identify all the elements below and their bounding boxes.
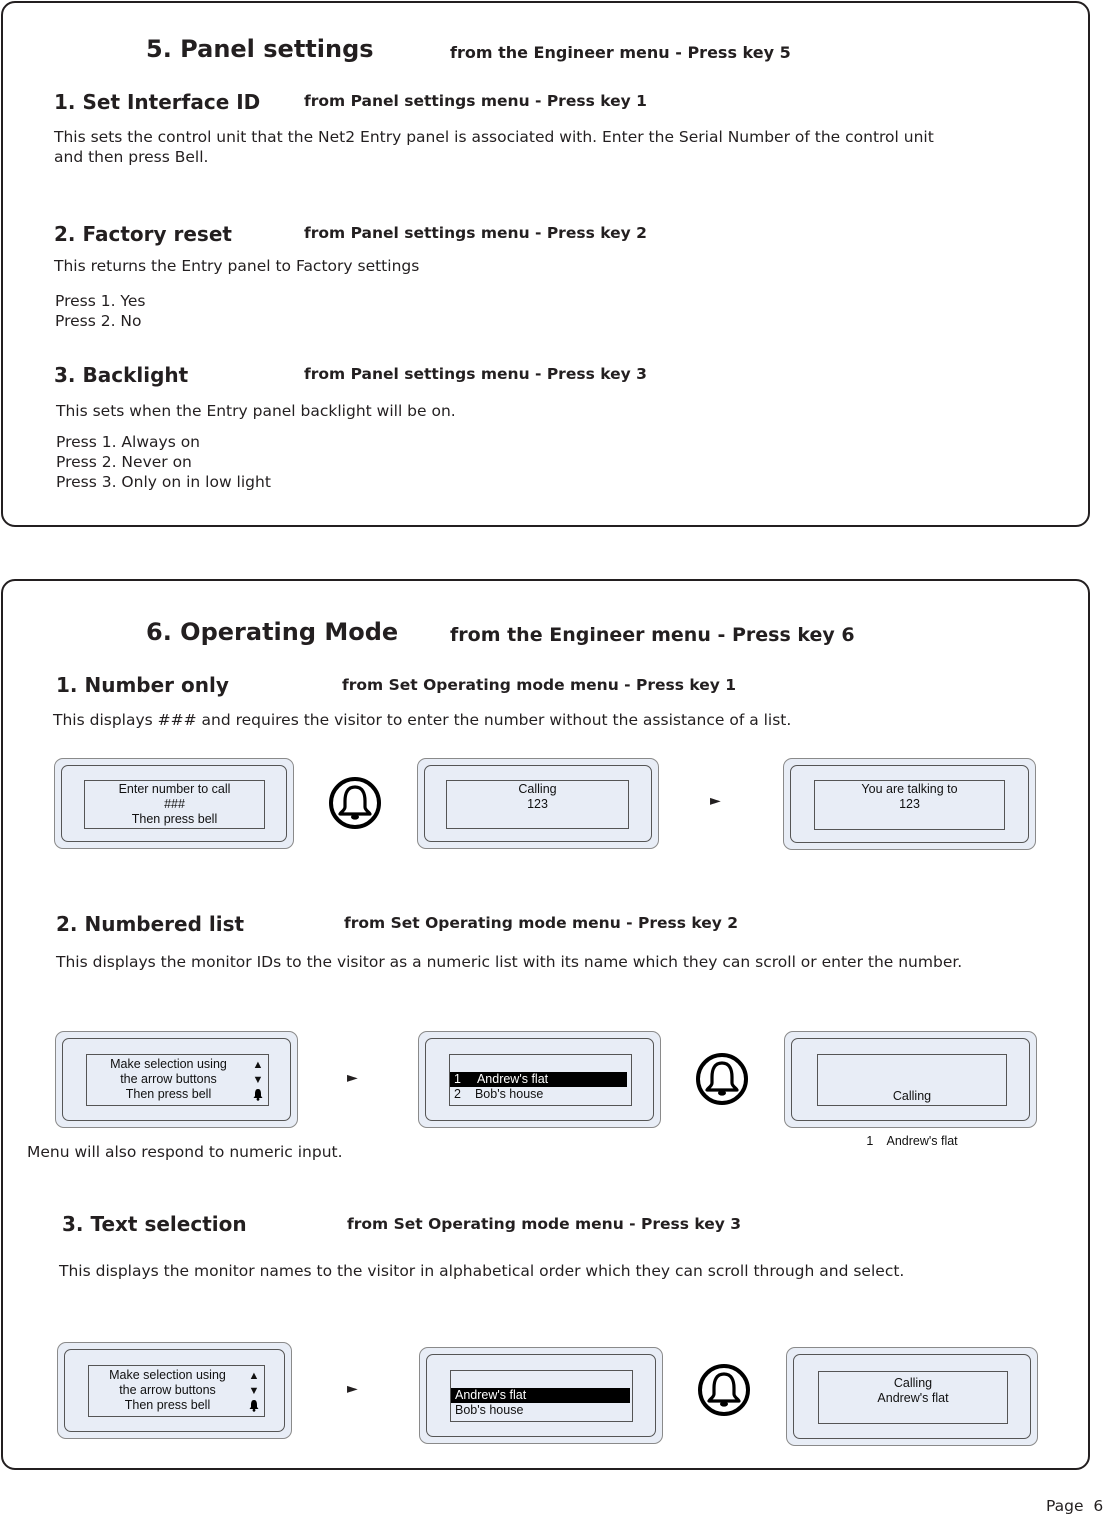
item-subtitle: from Panel settings menu - Press key 1 — [304, 92, 647, 110]
lcd-display: Calling 1 Andrew's flat — [784, 1031, 1037, 1148]
arrow-down-icon: ▼ — [248, 1385, 260, 1397]
item-subtitle: from Panel settings menu - Press key 3 — [304, 365, 647, 383]
lcd-line: Make selection using — [110, 1057, 227, 1071]
item-title: 2. Factory reset — [54, 222, 232, 246]
section-subtitle: from the Engineer menu - Press key 5 — [450, 43, 791, 62]
bell-icon — [329, 777, 381, 829]
lcd-display: Andrew's flat Bob's house — [419, 1347, 663, 1444]
section-title: 6. Operating Mode — [146, 618, 399, 646]
lcd-display: Calling 123 — [417, 758, 659, 849]
lcd-display: Enter number to call ### Then press bell — [54, 758, 294, 849]
list-item-selected[interactable]: Andrew's flat — [451, 1388, 630, 1403]
list-item[interactable]: Bob's house — [451, 1403, 632, 1418]
next-arrow-icon: ► — [347, 1381, 358, 1397]
lcd-line: Then press bell — [124, 1398, 211, 1412]
section-subtitle: from the Engineer menu - Press key 6 — [450, 624, 855, 646]
lcd-line: Calling — [518, 782, 557, 796]
arrow-up-icon: ▲ — [248, 1370, 260, 1382]
lcd-list-screen: Andrew's flat Bob's house — [450, 1370, 633, 1422]
item-description: This sets the control unit that the Net2… — [54, 128, 934, 146]
lcd-display: Calling Andrew's flat — [786, 1347, 1038, 1446]
lcd-line: the arrow buttons — [120, 1072, 217, 1086]
lcd-screen: Calling 1 Andrew's flat — [817, 1054, 1007, 1148]
lcd-display: You are talking to 123 — [783, 758, 1036, 850]
lcd-line: Then press bell — [125, 1087, 212, 1101]
item-title: 3. Backlight — [54, 363, 189, 387]
item-description: This displays the monitor names to the v… — [59, 1262, 905, 1280]
lcd-line: Calling — [893, 1376, 933, 1390]
lcd-line: the arrow buttons — [119, 1383, 216, 1397]
lcd-screen: Calling 123 — [446, 780, 629, 829]
lcd-screen: You are talking to 123 — [814, 780, 1005, 830]
lcd-line: 1 Andrew's flat — [866, 1134, 958, 1148]
item-description-cont: and then press Bell. — [54, 148, 209, 166]
option: Press 2. Never on — [56, 453, 192, 471]
section-title: 5. Panel settings — [146, 35, 374, 63]
lcd-screen: Make selection using the arrow buttons T… — [88, 1365, 265, 1417]
lcd-line: Andrew's flat — [877, 1391, 949, 1405]
lcd-line: Enter number to call — [118, 782, 231, 796]
lcd-line: Make selection using — [109, 1368, 226, 1382]
list-item[interactable]: 2 Bob's house — [450, 1087, 631, 1102]
lcd-display: Make selection using the arrow buttons T… — [55, 1031, 298, 1128]
item-description: This displays the monitor IDs to the vis… — [56, 953, 963, 971]
bell-icon — [253, 1089, 263, 1101]
list-item-selected[interactable]: 1 Andrew's flat — [450, 1072, 627, 1087]
lcd-arrows: ▲ ▼ — [252, 1058, 264, 1106]
lcd-display: Make selection using the arrow buttons T… — [57, 1342, 292, 1439]
lcd-line: 123 — [527, 797, 548, 811]
arrow-up-icon: ▲ — [252, 1059, 264, 1071]
item-description: This displays ### and requires the visit… — [53, 711, 792, 729]
lcd-arrows: ▲ ▼ — [248, 1369, 260, 1417]
item-title: 2. Numbered list — [56, 912, 245, 936]
item-description: This sets when the Entry panel backlight… — [56, 402, 456, 420]
bell-icon — [698, 1364, 750, 1416]
option: Press 1. Always on — [56, 433, 201, 451]
option: Press 3. Only on in low light — [56, 473, 271, 491]
item-title: 3. Text selection — [62, 1212, 247, 1236]
lcd-line: Calling — [892, 1089, 932, 1103]
bell-icon — [696, 1053, 748, 1105]
item-description: This returns the Entry panel to Factory … — [54, 257, 420, 275]
item-title: 1. Number only — [56, 673, 229, 697]
bell-icon — [249, 1400, 259, 1412]
option: Press 1. Yes — [55, 292, 146, 310]
item-subtitle: from Panel settings menu - Press key 2 — [304, 224, 647, 242]
next-arrow-icon: ► — [710, 793, 721, 809]
lcd-line: 123 — [899, 797, 920, 811]
lcd-line: You are talking to — [861, 782, 958, 796]
item-title: 1. Set Interface ID — [54, 90, 261, 114]
lcd-display: 1 Andrew's flat 2 Bob's house — [418, 1031, 661, 1128]
page-number: Page 6 — [1046, 1497, 1104, 1515]
lcd-screen: Calling Andrew's flat — [818, 1371, 1008, 1424]
note: Menu will also respond to numeric input. — [27, 1143, 343, 1161]
item-subtitle: from Set Operating mode menu - Press key… — [342, 676, 737, 694]
lcd-screen: Make selection using the arrow buttons T… — [86, 1054, 269, 1106]
option: Press 2. No — [55, 312, 142, 330]
lcd-line: ### — [164, 797, 185, 811]
lcd-list-screen: 1 Andrew's flat 2 Bob's house — [449, 1054, 632, 1106]
arrow-down-icon: ▼ — [252, 1074, 264, 1086]
next-arrow-icon: ► — [347, 1070, 358, 1086]
lcd-line: Then press bell — [131, 812, 218, 826]
item-subtitle: from Set Operating mode menu - Press key… — [347, 1215, 742, 1233]
item-subtitle: from Set Operating mode menu - Press key… — [344, 914, 739, 932]
lcd-screen: Enter number to call ### Then press bell — [84, 780, 265, 829]
